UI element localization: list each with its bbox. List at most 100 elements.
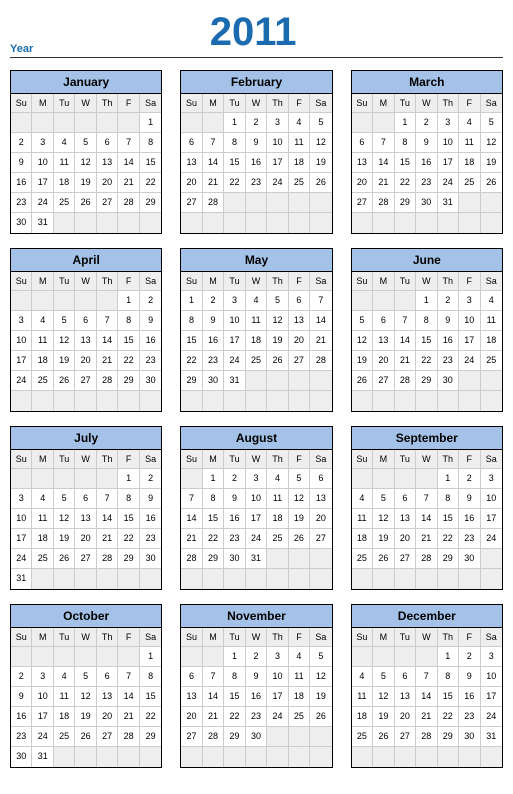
day-cell: 29: [224, 727, 245, 747]
day-cell: 1: [438, 469, 459, 489]
day-cell-empty: [246, 213, 267, 233]
year-number: 2011: [33, 10, 473, 55]
day-cell: 10: [267, 667, 288, 687]
day-cell: 28: [118, 727, 139, 747]
day-cell-empty: [373, 391, 394, 411]
day-cell: 22: [224, 707, 245, 727]
day-cell-empty: [352, 469, 373, 489]
day-cell: 15: [224, 687, 245, 707]
day-cell: 9: [459, 667, 480, 687]
day-cell: 16: [246, 687, 267, 707]
weekday-header: W: [416, 450, 437, 469]
day-cell-empty: [54, 291, 75, 311]
month: NovemberSuMTuWThFSa123456789101112131415…: [180, 604, 332, 768]
day-cell: 27: [181, 193, 202, 213]
day-cell: 14: [395, 331, 416, 351]
day-cell: 21: [373, 173, 394, 193]
month-name: December: [352, 605, 502, 628]
day-cell: 14: [118, 153, 139, 173]
day-cell: 14: [203, 687, 224, 707]
day-cell: 5: [75, 133, 96, 153]
day-cell: 9: [140, 489, 161, 509]
day-cell: 26: [75, 727, 96, 747]
day-cell: 5: [352, 311, 373, 331]
day-cell: 1: [416, 291, 437, 311]
day-cell: 26: [310, 173, 331, 193]
day-cell-empty: [481, 193, 502, 213]
weekday-header: Sa: [481, 628, 502, 647]
day-cell: 22: [140, 707, 161, 727]
day-cell-empty: [310, 569, 331, 589]
day-cell-empty: [352, 113, 373, 133]
day-cell: 8: [118, 489, 139, 509]
day-cell: 10: [32, 687, 53, 707]
day-cell: 6: [373, 311, 394, 331]
day-cell: 26: [481, 173, 502, 193]
day-cell-empty: [352, 569, 373, 589]
day-cell: 29: [416, 371, 437, 391]
day-cell: 4: [32, 311, 53, 331]
weekday-row: SuMTuWThFSa: [352, 628, 502, 647]
day-cell: 20: [310, 509, 331, 529]
weekday-header: F: [118, 94, 139, 113]
day-cell-empty: [310, 213, 331, 233]
day-cell: 15: [224, 153, 245, 173]
day-cell: 13: [181, 153, 202, 173]
day-cell: 5: [310, 113, 331, 133]
weekday-row: SuMTuWThFSa: [352, 94, 502, 113]
day-cell: 6: [310, 469, 331, 489]
day-cell: 12: [481, 133, 502, 153]
day-cell: 13: [97, 687, 118, 707]
day-cell: 6: [395, 489, 416, 509]
day-cell: 3: [224, 291, 245, 311]
day-cell: 7: [416, 489, 437, 509]
month-name: July: [11, 427, 161, 450]
day-cell: 3: [481, 647, 502, 667]
day-cell: 25: [32, 371, 53, 391]
day-cell: 28: [310, 351, 331, 371]
day-cell: 5: [289, 469, 310, 489]
day-cell: 2: [140, 469, 161, 489]
weekday-header: Su: [11, 450, 32, 469]
day-cell: 13: [395, 509, 416, 529]
day-cell: 10: [267, 133, 288, 153]
day-cell: 22: [140, 173, 161, 193]
day-cell: 23: [11, 193, 32, 213]
days-grid: 1234567891011121314151617181920212223242…: [352, 469, 502, 589]
day-cell: 15: [118, 331, 139, 351]
day-cell: 16: [11, 707, 32, 727]
day-cell: 13: [352, 153, 373, 173]
weekday-header: Tu: [224, 272, 245, 291]
days-grid: 1234567891011121314151617181920212223242…: [352, 113, 502, 233]
day-cell: 24: [438, 173, 459, 193]
day-cell: 6: [97, 667, 118, 687]
day-cell: 20: [373, 351, 394, 371]
day-cell: 18: [459, 153, 480, 173]
weekday-header: W: [75, 94, 96, 113]
day-cell-empty: [54, 391, 75, 411]
day-cell-empty: [289, 371, 310, 391]
day-cell-empty: [267, 371, 288, 391]
weekday-header: Tu: [54, 628, 75, 647]
day-cell: 11: [289, 667, 310, 687]
day-cell: 12: [352, 331, 373, 351]
day-cell: 20: [181, 707, 202, 727]
day-cell-empty: [203, 647, 224, 667]
weekday-header: M: [373, 94, 394, 113]
day-cell: 31: [246, 549, 267, 569]
day-cell-empty: [118, 747, 139, 767]
day-cell: 3: [267, 113, 288, 133]
day-cell: 12: [373, 509, 394, 529]
day-cell: 18: [54, 707, 75, 727]
weekday-header: Sa: [481, 272, 502, 291]
day-cell: 2: [246, 647, 267, 667]
day-cell: 19: [373, 529, 394, 549]
day-cell: 28: [203, 727, 224, 747]
weekday-row: SuMTuWThFSa: [181, 628, 331, 647]
month-name: May: [181, 249, 331, 272]
day-cell: 15: [140, 687, 161, 707]
day-cell: 16: [246, 153, 267, 173]
day-cell: 16: [140, 331, 161, 351]
day-cell: 28: [373, 193, 394, 213]
day-cell: 12: [373, 687, 394, 707]
